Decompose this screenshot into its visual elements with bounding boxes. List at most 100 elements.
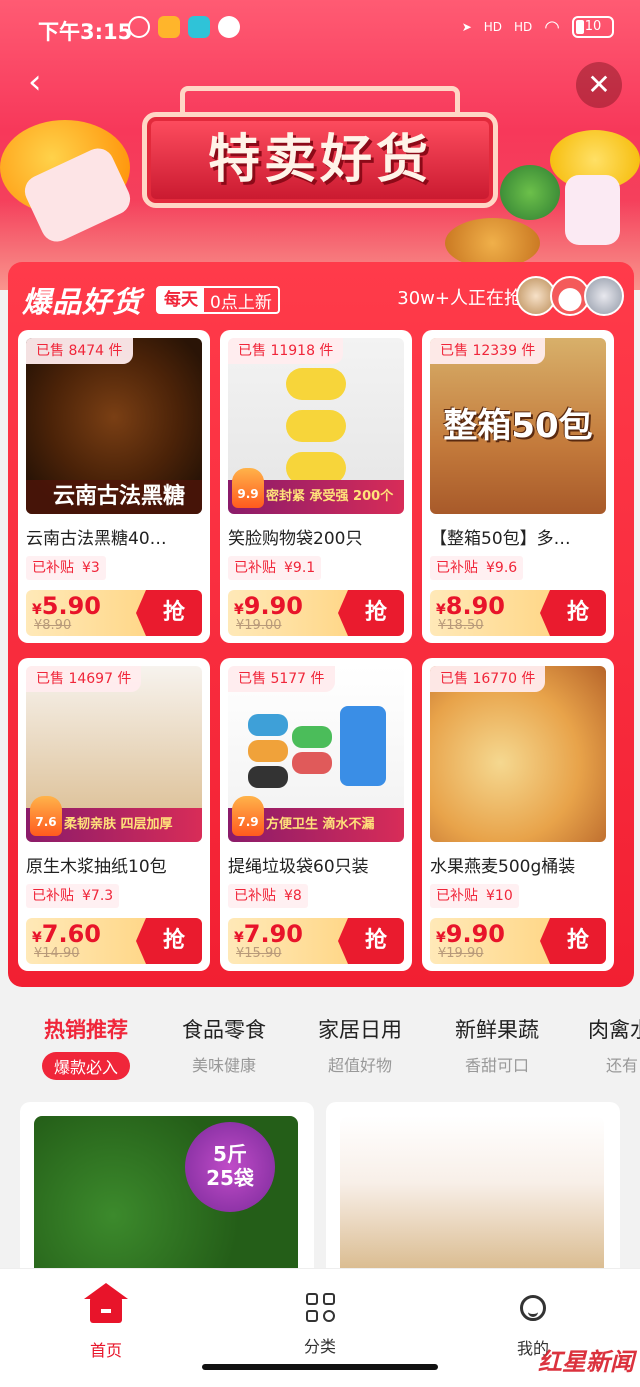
banner-title-box: 特卖好货 bbox=[142, 112, 498, 208]
status-bar: 下午3:15 ➤ HD HD ◠ 10 bbox=[0, 0, 640, 56]
sold-count: 已售 16770 件 bbox=[430, 666, 546, 692]
buy-bar[interactable]: ¥8.90 ¥18.50 抢 bbox=[430, 590, 606, 636]
daily-new-tag: 每天 0点上新 bbox=[156, 286, 280, 314]
subsidy-label: 已补贴 bbox=[436, 560, 478, 576]
subsidy-amount: ¥7.3 bbox=[82, 888, 114, 904]
tab-sub: 还有 bbox=[606, 1056, 639, 1075]
price: ¥9.90 bbox=[436, 920, 505, 948]
category-grid-icon bbox=[302, 1293, 338, 1327]
notification-icons bbox=[128, 16, 240, 38]
smiley-bag-graphic bbox=[286, 410, 346, 442]
buy-bar[interactable]: ¥9.90 ¥19.90 抢 bbox=[430, 918, 606, 964]
subsidy-tag: 已补贴 ¥3 bbox=[26, 556, 106, 580]
nav-label: 分类 bbox=[303, 1337, 336, 1356]
tab-meat[interactable]: 肉禽水 还有 bbox=[560, 1014, 640, 1076]
product-card[interactable]: 已售 14697 件 柔韧亲肤 四层加厚 7.6 原生木浆抽纸10包 已补贴 ¥7… bbox=[18, 658, 210, 971]
product-image-brown-sugar: 已售 8474 件 云南古法黑糖 bbox=[26, 338, 202, 514]
tab-hot[interactable]: 热销推荐 爆款必入 bbox=[16, 1014, 156, 1080]
nav-home[interactable]: 首页 bbox=[56, 1283, 156, 1361]
price: ¥7.60 bbox=[32, 920, 101, 948]
product-card[interactable]: 已售 5177 件 方便卫生 滴水不漏 7.9 提绳垃圾袋60只装 已补贴 ¥8 … bbox=[220, 658, 412, 971]
product-name: 原生木浆抽纸10包 bbox=[26, 857, 167, 877]
buy-bar[interactable]: ¥5.90 ¥8.90 抢 bbox=[26, 590, 202, 636]
grab-button[interactable]: 抢 bbox=[338, 590, 404, 636]
tab-fresh-produce[interactable]: 新鲜果蔬 香甜可口 bbox=[427, 1014, 567, 1076]
promo-line-1: 5斤 bbox=[213, 1142, 247, 1166]
original-price: ¥8.90 bbox=[34, 618, 72, 633]
sold-count: 已售 5177 件 bbox=[228, 666, 335, 692]
product-card[interactable]: 已售 12339 件 整箱50包 【整箱50包】多… 已补贴 ¥9.6 ¥8.90… bbox=[422, 330, 614, 643]
home-indicator[interactable] bbox=[202, 1364, 438, 1370]
signal-2-icon: HD bbox=[514, 20, 533, 34]
subsidy-amount: ¥9.6 bbox=[486, 560, 518, 576]
grab-button[interactable]: 抢 bbox=[136, 590, 202, 636]
subsidy-tag: 已补贴 ¥9.1 bbox=[228, 556, 322, 580]
product-image-fruit-oats: 已售 16770 件 bbox=[430, 666, 606, 842]
detergent-decoration bbox=[565, 175, 620, 245]
back-button[interactable]: ‹ bbox=[28, 62, 62, 102]
original-price: ¥19.90 bbox=[438, 946, 484, 961]
buy-bar[interactable]: ¥7.60 ¥14.90 抢 bbox=[26, 918, 202, 964]
location-arrow-icon: ➤ bbox=[461, 20, 472, 34]
nav-label: 首页 bbox=[89, 1341, 122, 1360]
status-time: 下午3:15 bbox=[38, 20, 133, 44]
buy-bar[interactable]: ¥7.90 ¥15.90 抢 bbox=[228, 918, 404, 964]
subsidy-tag: 已补贴 ¥9.6 bbox=[430, 556, 524, 580]
subsidy-amount: ¥3 bbox=[82, 560, 100, 576]
subsidy-label: 已补贴 bbox=[234, 888, 276, 904]
sold-count: 已售 14697 件 bbox=[26, 666, 142, 692]
feed-card[interactable] bbox=[326, 1102, 620, 1282]
sold-count: 已售 11918 件 bbox=[228, 338, 344, 364]
tab-sub: 香甜可口 bbox=[464, 1056, 529, 1075]
trash-bag-roll bbox=[248, 714, 288, 736]
flame-price-badge: 7.9 bbox=[232, 796, 264, 836]
chat-app-icon bbox=[218, 16, 240, 38]
product-image-tissue-pack bbox=[340, 1116, 604, 1282]
close-icon: ✕ bbox=[587, 68, 611, 101]
profile-icon bbox=[515, 1295, 551, 1329]
product-name: 提绳垃圾袋60只装 bbox=[228, 857, 369, 877]
sold-count: 已售 8474 件 bbox=[26, 338, 133, 364]
smiley-bag-graphic bbox=[286, 368, 346, 400]
buy-bar[interactable]: ¥9.90 ¥19.00 抢 bbox=[228, 590, 404, 636]
tab-label: 家居日用 bbox=[318, 1018, 402, 1042]
product-name: 【整箱50包】多… bbox=[430, 529, 571, 549]
subsidy-tag: 已补贴 ¥8 bbox=[228, 884, 308, 908]
trash-bag-roll bbox=[292, 726, 332, 748]
flame-price-badge: 7.6 bbox=[30, 796, 62, 836]
subsidy-label: 已补贴 bbox=[234, 560, 276, 576]
subsidy-tag: 已补贴 ¥7.3 bbox=[26, 884, 120, 908]
price-value: 7.90 bbox=[243, 920, 303, 948]
flame-price-badge: 9.9 bbox=[232, 468, 264, 508]
tab-sub: 超值好物 bbox=[327, 1056, 392, 1075]
feed-card[interactable]: 5斤 25袋 bbox=[20, 1102, 314, 1282]
tab-household[interactable]: 家居日用 超值好物 bbox=[290, 1014, 430, 1076]
price: ¥9.90 bbox=[234, 592, 303, 620]
home-icon bbox=[84, 1283, 128, 1331]
original-price: ¥19.00 bbox=[236, 618, 282, 633]
trash-bag-roll bbox=[248, 740, 288, 762]
tab-label: 热销推荐 bbox=[44, 1018, 128, 1042]
grab-button[interactable]: 抢 bbox=[540, 918, 606, 964]
grab-button[interactable]: 抢 bbox=[338, 918, 404, 964]
subsidy-amount: ¥8 bbox=[284, 888, 302, 904]
signal-1-icon: HD bbox=[483, 20, 503, 34]
tab-food[interactable]: 食品零食 美味健康 bbox=[154, 1014, 294, 1076]
grab-button[interactable]: 抢 bbox=[136, 918, 202, 964]
daily-tag-b: 0点上新 bbox=[210, 292, 272, 313]
price: ¥8.90 bbox=[436, 592, 505, 620]
tab-label: 食品零食 bbox=[182, 1018, 266, 1042]
product-card[interactable]: 已售 16770 件 水果燕麦500g桶装 已补贴 ¥10 ¥9.90 ¥19.9… bbox=[422, 658, 614, 971]
grab-button[interactable]: 抢 bbox=[540, 590, 606, 636]
tab-label: 肉禽水 bbox=[588, 1018, 640, 1042]
price: ¥5.90 bbox=[32, 592, 101, 620]
battery-level: 10 bbox=[584, 19, 602, 34]
image-caption: 云南古法黑糖 bbox=[26, 480, 202, 514]
close-button[interactable]: ✕ bbox=[576, 62, 622, 108]
product-card[interactable]: 已售 11918 件 密封紧 承受强 200个 9.9 笑脸购物袋200只 已补… bbox=[220, 330, 412, 643]
product-card[interactable]: 已售 8474 件 云南古法黑糖 云南古法黑糖40… 已补贴 ¥3 ¥5.90 ¥… bbox=[18, 330, 210, 643]
subsidy-label: 已补贴 bbox=[32, 888, 74, 904]
price: ¥7.90 bbox=[234, 920, 303, 948]
nav-category[interactable]: 分类 bbox=[270, 1291, 370, 1357]
category-tabs: 热销推荐 爆款必入 食品零食 美味健康 家居日用 超值好物 新鲜果蔬 香甜可口 … bbox=[0, 1000, 640, 1092]
